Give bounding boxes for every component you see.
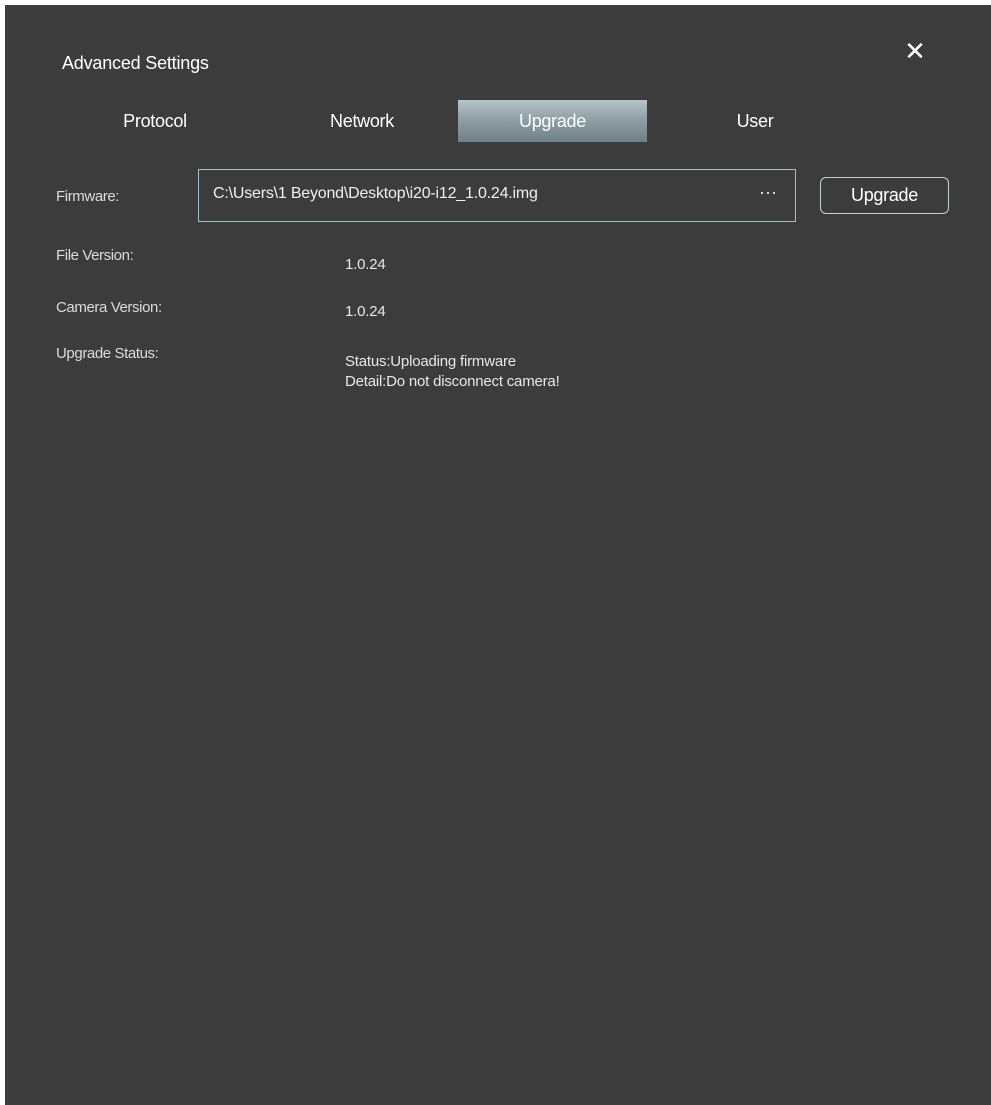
tab-upgrade[interactable]: Upgrade	[458, 100, 647, 142]
camera-version-value: 1.0.24	[345, 303, 386, 320]
file-version-label: File Version:	[56, 247, 134, 264]
upgrade-status-line: Status:Uploading firmware	[345, 353, 516, 370]
upgrade-detail-line: Detail:Do not disconnect camera!	[345, 373, 560, 390]
dialog-title: Advanced Settings	[62, 53, 209, 73]
upgrade-status-label: Upgrade Status:	[56, 345, 159, 362]
firmware-label: Firmware:	[56, 188, 120, 205]
camera-version-label: Camera Version:	[56, 299, 162, 316]
close-icon[interactable]: ✕	[901, 37, 929, 65]
firmware-path-field[interactable]: C:\Users\1 Beyond\Desktop\i20-i12_1.0.24…	[198, 169, 796, 222]
tab-protocol[interactable]: Protocol	[60, 100, 250, 142]
file-version-value: 1.0.24	[345, 256, 386, 273]
tab-user[interactable]: User	[660, 100, 850, 142]
firmware-path-value: C:\Users\1 Beyond\Desktop\i20-i12_1.0.24…	[213, 185, 538, 202]
upgrade-button[interactable]: Upgrade	[820, 177, 949, 214]
advanced-settings-dialog: Advanced Settings ✕ Protocol Network Upg…	[5, 5, 991, 1105]
tab-network[interactable]: Network	[267, 100, 457, 142]
browse-button[interactable]: ···	[759, 182, 777, 203]
